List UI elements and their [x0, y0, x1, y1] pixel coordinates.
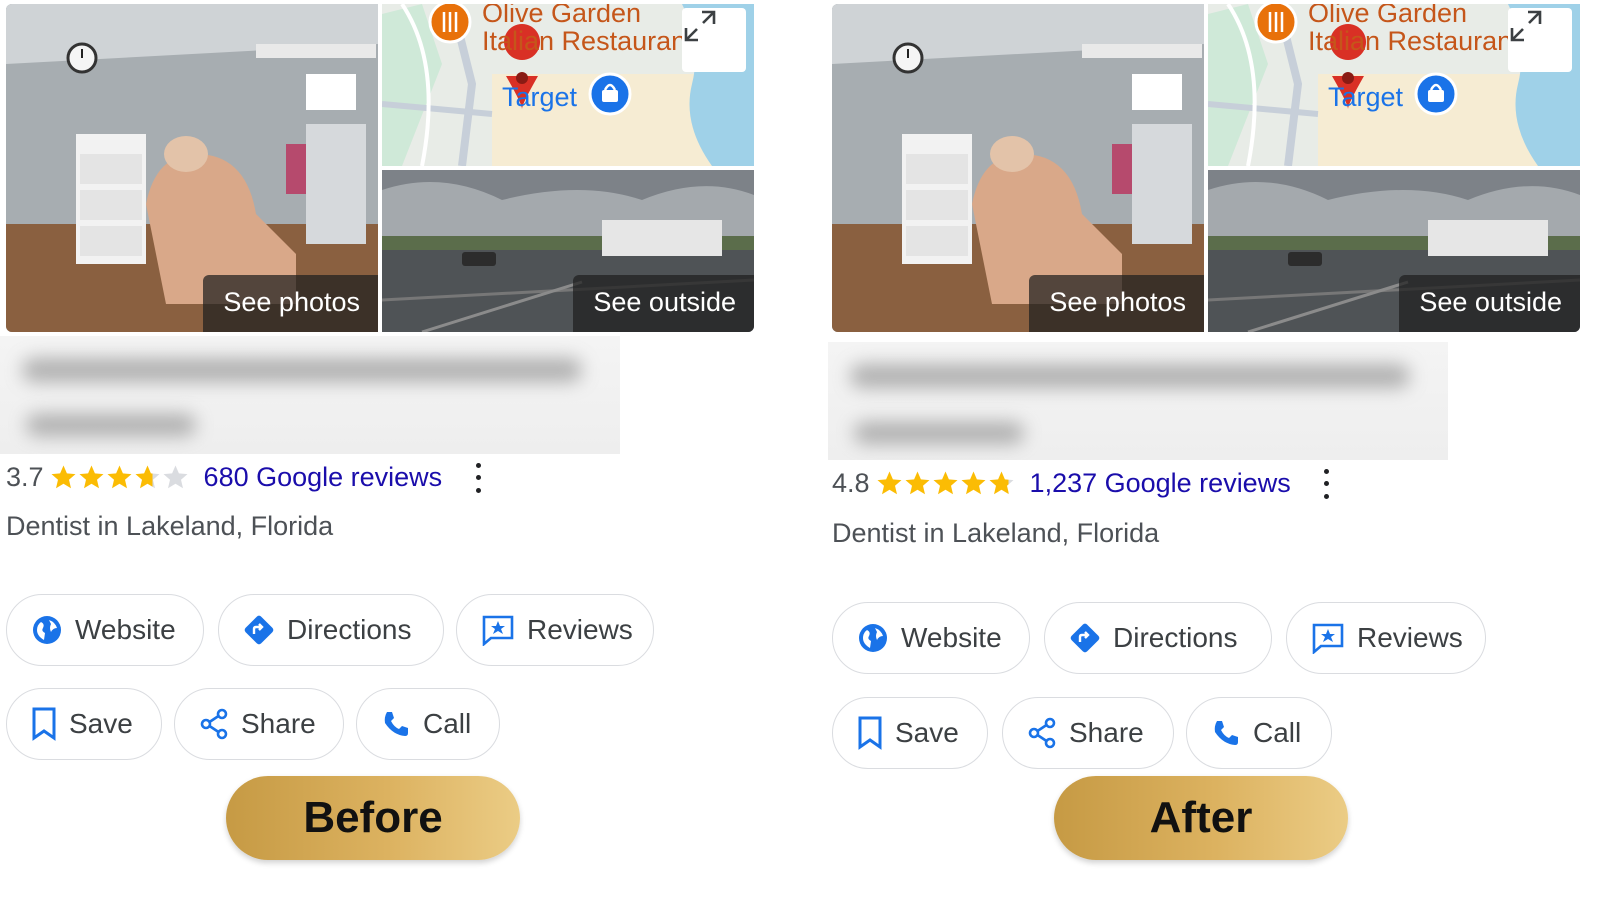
- star-icon: [989, 471, 1014, 495]
- website-button[interactable]: Website: [6, 594, 204, 666]
- expand-map-button[interactable]: [1508, 8, 1572, 72]
- google-reviews-link[interactable]: 1,237 Google reviews: [1030, 468, 1291, 499]
- more-options-icon[interactable]: [472, 462, 484, 493]
- expand-icon: [1510, 10, 1542, 42]
- star-icon: [51, 465, 76, 489]
- map-label-target: Target: [502, 82, 578, 112]
- blurred-business-name: [828, 342, 1448, 460]
- star-rating: [50, 464, 190, 491]
- see-outside-label[interactable]: See outside: [1399, 275, 1580, 332]
- star-rating: [876, 470, 1016, 497]
- share-label: Share: [241, 708, 316, 739]
- before-tag: Before: [226, 776, 520, 860]
- star-icon: [933, 471, 958, 495]
- share-icon: [200, 708, 228, 740]
- see-photos-label[interactable]: See photos: [203, 275, 378, 332]
- map-thumbnail[interactable]: Olive Garden Italian Restaurant Target: [382, 4, 754, 166]
- star-icon: [877, 471, 902, 495]
- after-tag: After: [1054, 776, 1348, 860]
- map-label-italian-restaurant: Italian Restaurant: [482, 26, 694, 56]
- share-button[interactable]: Share: [174, 688, 344, 760]
- reviews-button[interactable]: Reviews: [456, 594, 654, 666]
- share-button[interactable]: Share: [1002, 697, 1174, 769]
- map-label-target: Target: [1328, 82, 1404, 112]
- blurred-business-name: [0, 336, 620, 454]
- phone-icon: [384, 712, 408, 736]
- website-label: Website: [75, 614, 176, 645]
- review-star-icon: [1312, 623, 1344, 654]
- directions-icon: [244, 615, 274, 645]
- call-button[interactable]: Call: [1186, 697, 1332, 769]
- star-icon: [135, 465, 160, 489]
- website-label: Website: [901, 622, 1002, 653]
- rating-value: 4.8: [832, 468, 870, 498]
- photo-gallery: See photos Olive Garden Italian Restaura…: [6, 4, 754, 332]
- reviews-label: Reviews: [1357, 622, 1463, 653]
- share-icon: [1028, 717, 1056, 749]
- save-label: Save: [69, 708, 133, 739]
- call-button[interactable]: Call: [356, 688, 500, 760]
- business-category: Dentist in Lakeland, Florida: [832, 518, 1160, 548]
- rating-row: 4.8 1,237 Google reviews: [832, 468, 1333, 499]
- call-label: Call: [1253, 717, 1302, 748]
- map-thumbnail[interactable]: Olive Garden Italian Restaurant Target: [1208, 4, 1580, 166]
- street-view-photo[interactable]: See outside: [382, 170, 754, 332]
- interior-photo[interactable]: See photos: [6, 4, 378, 332]
- globe-icon: [33, 616, 61, 644]
- directions-label: Directions: [287, 614, 412, 645]
- star-icon: [905, 471, 930, 495]
- interior-photo[interactable]: See photos: [832, 4, 1204, 332]
- star-icon: [163, 465, 188, 489]
- save-button[interactable]: Save: [832, 697, 988, 769]
- see-outside-label[interactable]: See outside: [573, 275, 754, 332]
- see-photos-label[interactable]: See photos: [1029, 275, 1204, 332]
- before-panel: See photos Olive Garden Italian Restaura…: [0, 0, 760, 911]
- save-label: Save: [895, 717, 959, 748]
- phone-icon: [1214, 721, 1238, 745]
- website-button[interactable]: Website: [832, 602, 1030, 674]
- star-icon: [79, 465, 104, 489]
- directions-button[interactable]: Directions: [1044, 602, 1272, 674]
- street-view-photo[interactable]: See outside: [1208, 170, 1580, 332]
- call-label: Call: [423, 708, 472, 739]
- bookmark-icon: [32, 707, 56, 741]
- save-button[interactable]: Save: [6, 688, 162, 760]
- star-icon: [107, 465, 132, 489]
- reviews-button[interactable]: Reviews: [1286, 602, 1486, 674]
- share-label: Share: [1069, 717, 1144, 748]
- google-reviews-link[interactable]: 680 Google reviews: [204, 462, 443, 493]
- rating-row: 3.7 680 Google reviews: [6, 462, 484, 493]
- directions-label: Directions: [1113, 622, 1238, 653]
- reviews-label: Reviews: [527, 614, 633, 645]
- star-icon: [961, 471, 986, 495]
- globe-icon: [859, 624, 887, 652]
- more-options-icon[interactable]: [1321, 468, 1333, 499]
- expand-icon: [684, 10, 716, 42]
- bookmark-icon: [858, 716, 882, 750]
- business-category: Dentist in Lakeland, Florida: [6, 511, 334, 541]
- map-label-italian-restaurant: Italian Restaurant: [1308, 26, 1520, 56]
- directions-button[interactable]: Directions: [218, 594, 444, 666]
- photo-gallery: See photos Olive Garden Italian Restaura…: [832, 4, 1580, 332]
- rating-value: 3.7: [6, 462, 44, 492]
- review-star-icon: [482, 615, 514, 646]
- expand-map-button[interactable]: [682, 8, 746, 72]
- after-panel: See photos Olive Garden Italian Restaura…: [828, 0, 1600, 911]
- directions-icon: [1070, 623, 1100, 653]
